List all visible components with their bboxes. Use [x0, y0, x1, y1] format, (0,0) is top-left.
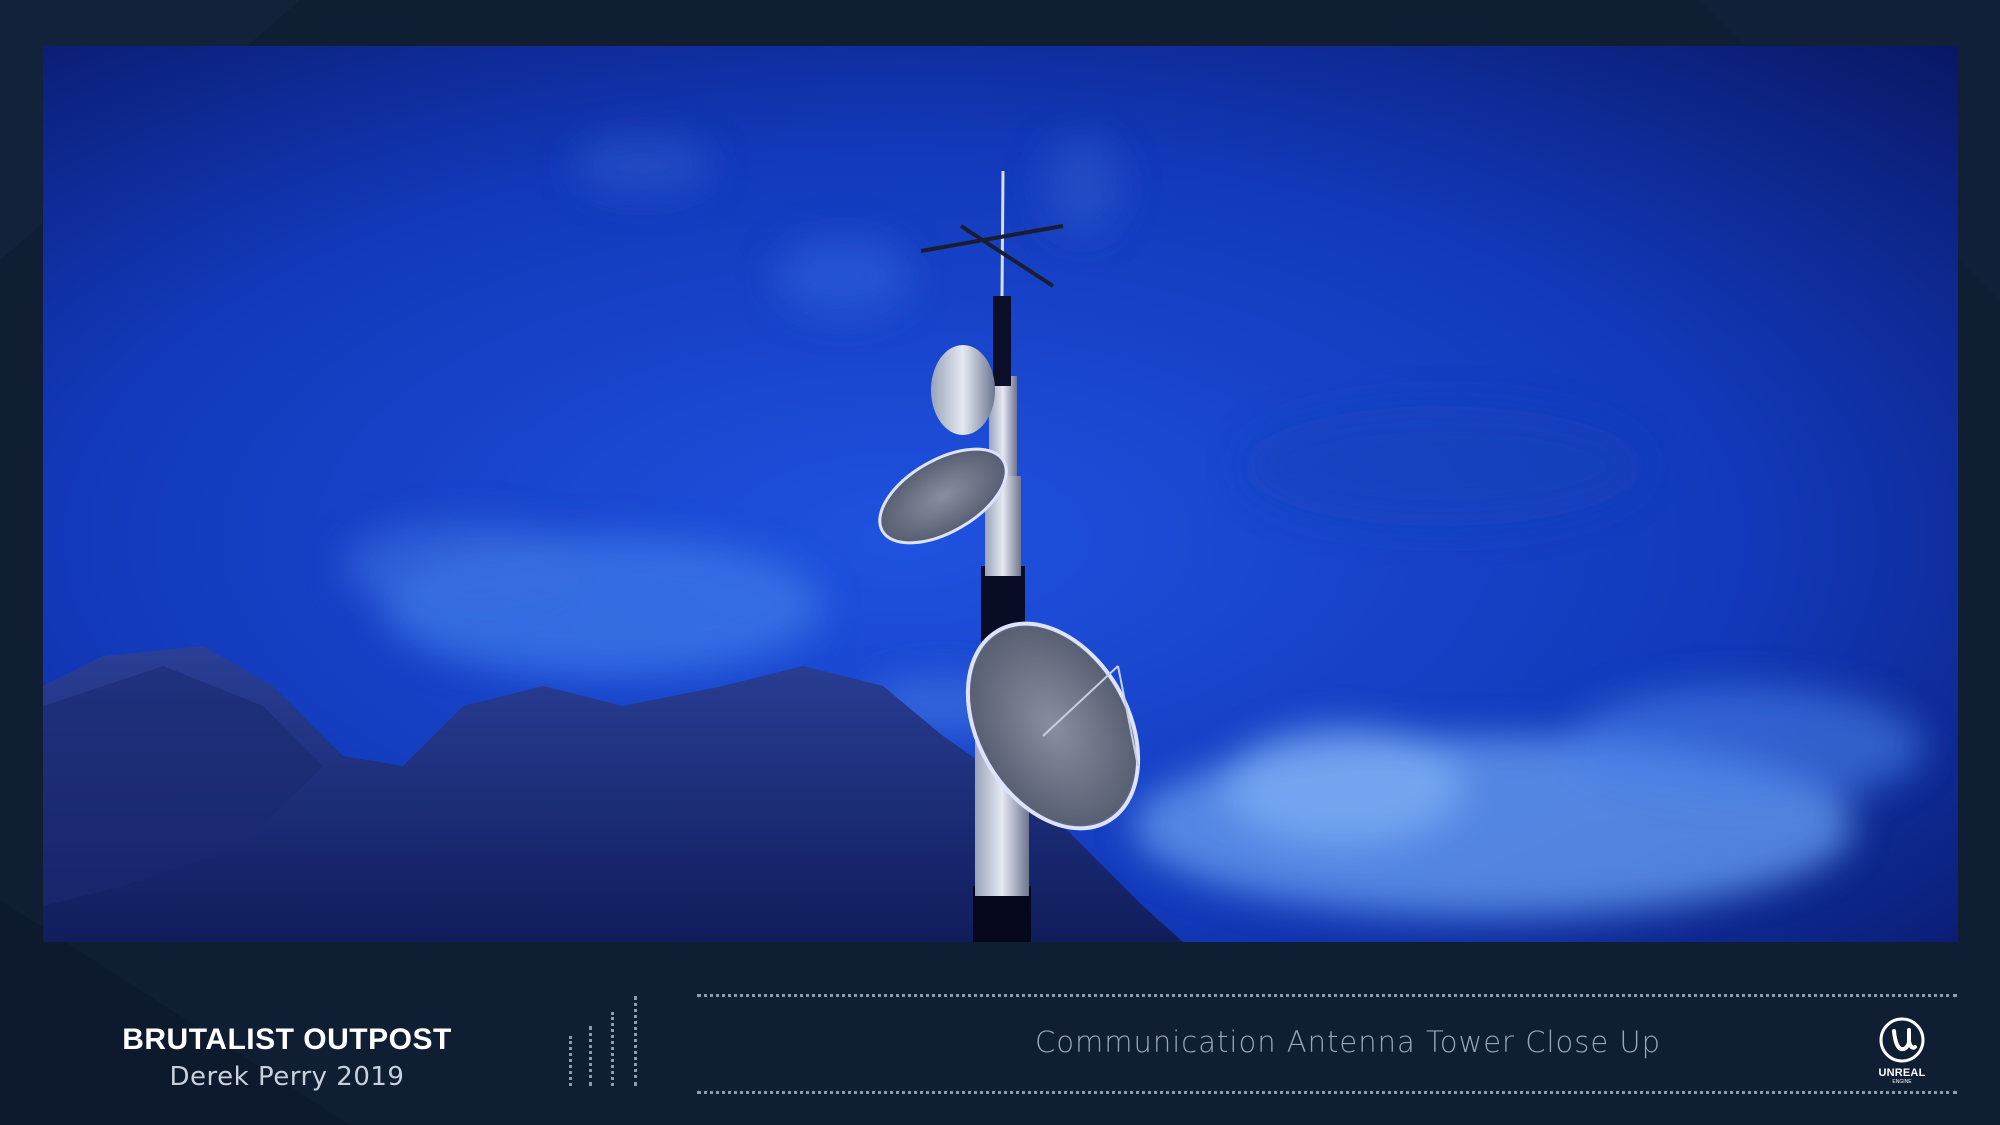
unreal-engine-logo: UNREAL ENGINE [1872, 1017, 1932, 1085]
divider-dots [569, 1036, 572, 1086]
title-block: BRUTALIST OUTPOST Derek Perry 2019 [80, 1022, 494, 1094]
footer: BRUTALIST OUTPOST Derek Perry 2019 Commu… [0, 942, 2000, 1125]
render-image [43, 46, 1958, 942]
unreal-logo-subtext: ENGINE [1892, 1079, 1912, 1085]
divider-dots [634, 996, 637, 1086]
caption-rule-bottom [697, 1091, 1957, 1094]
unreal-logo-text: UNREAL [1878, 1067, 1926, 1079]
author-credit: Derek Perry 2019 [169, 1062, 405, 1092]
caption-rule-top [697, 994, 1957, 997]
caption: Communication Antenna Tower Close Up [1035, 1025, 1662, 1059]
divider-dots [589, 1026, 592, 1086]
project-title: BRUTALIST OUTPOST [122, 1023, 452, 1056]
divider-dots [611, 1012, 614, 1086]
unreal-engine-icon [1879, 1017, 1925, 1063]
